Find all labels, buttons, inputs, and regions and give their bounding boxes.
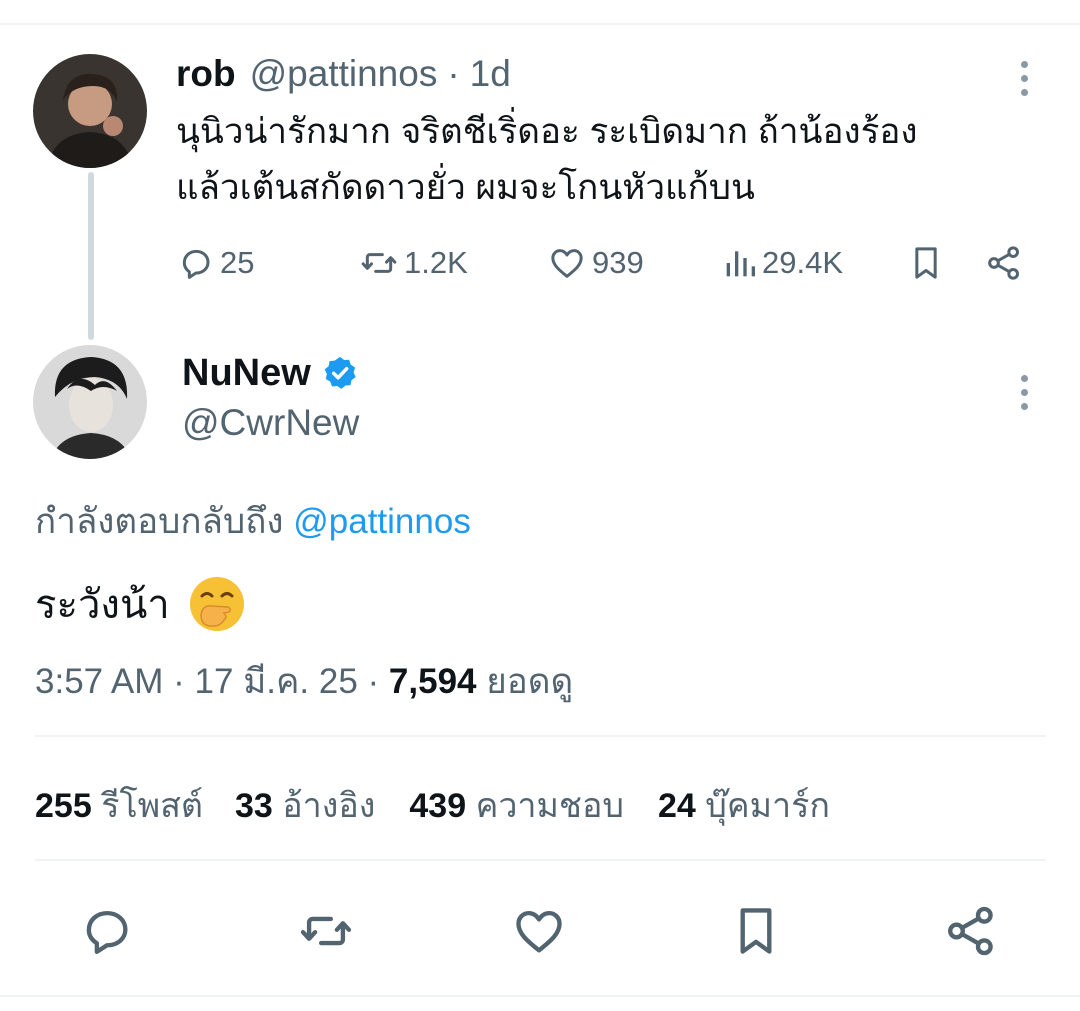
bookmarks-label: บุ๊คมาร์ก	[705, 787, 830, 825]
top-divider	[0, 23, 1080, 25]
like-button[interactable]	[510, 902, 568, 965]
reposts-count: 255	[35, 787, 92, 825]
share-icon[interactable]	[984, 243, 1024, 288]
post-time[interactable]: 1d	[470, 53, 511, 95]
reply-icon	[182, 249, 210, 279]
repost-count: 1.2K	[404, 245, 468, 280]
like-icon	[551, 249, 583, 278]
more-icon[interactable]	[1018, 375, 1030, 417]
reply-count: 25	[220, 245, 255, 280]
main-post-text-row: ระวังน้า	[35, 572, 246, 636]
reply-button[interactable]	[78, 902, 136, 965]
quotes-label: อ้างอิง	[282, 787, 376, 825]
quotes-stat[interactable]: 33 อ้างอิง	[235, 778, 375, 832]
reply-metric[interactable]: 25	[176, 243, 254, 283]
views-count: 29.4K	[762, 245, 844, 280]
share-button[interactable]	[942, 902, 1000, 965]
views-label: ยอดดู	[486, 662, 574, 701]
like-icon	[516, 910, 562, 953]
reply-icon	[86, 910, 128, 954]
reposts-stat[interactable]: 255 รีโพสต์	[35, 778, 203, 832]
repost-button[interactable]	[296, 902, 356, 965]
quotes-count: 33	[234, 787, 273, 825]
post-date[interactable]: 17 มี.ค. 25	[195, 662, 358, 701]
repost-icon	[361, 253, 397, 273]
author-handle[interactable]: @pattinnos	[250, 53, 438, 95]
author-handle[interactable]: @CwrNew	[182, 402, 359, 444]
avatar-rob[interactable]	[33, 54, 147, 168]
bookmarks-stat[interactable]: 24 บุ๊คมาร์ก	[658, 778, 830, 832]
engagement-stats: 255 รีโพสต์ 33 อ้างอิง 439 ความชอบ 24 บุ…	[35, 778, 830, 832]
views-icon	[726, 251, 755, 277]
likes-count: 439	[409, 787, 467, 825]
parent-post-header: rob @pattinnos · 1d	[176, 52, 511, 96]
likes-label: ความชอบ	[475, 787, 624, 825]
bookmark-icon	[740, 908, 772, 954]
share-icon	[948, 906, 993, 956]
post-time[interactable]: 3:57 AM	[35, 662, 163, 701]
main-post-name-row: NuNew	[182, 350, 359, 396]
avatar-nunew[interactable]	[33, 345, 147, 459]
parent-post-text-line1: นุนิวน่ารักมาก จริตชีเริ่ดอะ ระเบิดมาก ถ…	[176, 112, 918, 151]
header-separator: ·	[447, 53, 460, 94]
meta-dot-2: ·	[367, 662, 380, 701]
verified-badge-icon	[324, 356, 356, 389]
main-post-text: ระวังน้า	[35, 583, 170, 627]
bookmarks-count: 24	[658, 787, 696, 825]
views-count: 7,594	[388, 662, 477, 701]
parent-post-text-line2: แล้วเต้นสกัดดาวยั่ว ผมจะโกนหัวแก้บน	[176, 168, 755, 207]
post-meta: 3:57 AM · 17 มี.ค. 25 · 7,594 ยอดดู	[35, 654, 573, 709]
author-name[interactable]: NuNew	[182, 352, 311, 395]
replying-to-prefix: กำลังตอบกลับถึง	[35, 502, 284, 541]
bookmark-icon[interactable]	[906, 243, 946, 288]
more-icon[interactable]	[1018, 61, 1030, 103]
author-name[interactable]: rob	[176, 53, 236, 95]
thread-line	[88, 172, 94, 340]
divider	[35, 859, 1046, 861]
parent-post-text: นุนิวน่ารักมาก จริตชีเริ่ดอะ ระเบิดมาก ถ…	[176, 104, 1046, 216]
like-metric[interactable]: 939	[546, 243, 644, 283]
reposts-label: รีโพสต์	[101, 787, 203, 825]
replying-to-mention[interactable]: @pattinnos	[293, 502, 471, 541]
bottom-divider	[0, 995, 1080, 997]
like-count: 939	[592, 245, 644, 280]
meta-dot-1: ·	[173, 662, 185, 701]
repost-metric[interactable]: 1.2K	[358, 243, 468, 283]
hand-over-mouth-emoji	[188, 575, 246, 633]
likes-stat[interactable]: 439 ความชอบ	[409, 778, 624, 832]
bookmark-button[interactable]	[727, 902, 785, 965]
repost-icon	[300, 916, 352, 946]
views-metric[interactable]: 29.4K	[722, 243, 843, 283]
replying-to: กำลังตอบกลับถึง @pattinnos	[35, 494, 471, 549]
divider	[35, 735, 1046, 737]
